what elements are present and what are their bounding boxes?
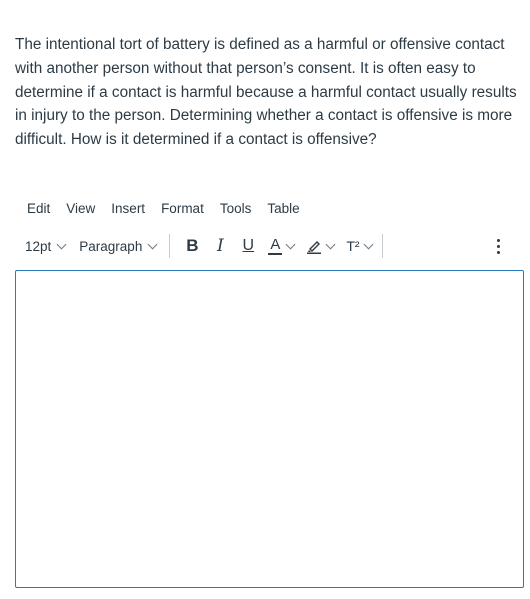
chevron-down-icon (363, 239, 373, 249)
chevron-down-icon (325, 239, 336, 249)
editor-toolbar: 12pt Paragraph B I U A T² (18, 232, 508, 260)
toolbar-separator (381, 234, 383, 258)
text-color-label: A (270, 236, 281, 253)
menu-insert[interactable]: Insert (102, 198, 152, 219)
menu-format[interactable]: Format (152, 198, 211, 219)
chevron-down-icon (147, 239, 158, 249)
highlight-color-dropdown[interactable] (298, 232, 338, 260)
more-dot (496, 250, 500, 254)
text-color-dropdown[interactable]: A (262, 232, 298, 260)
chevron-down-icon (56, 239, 67, 249)
chevron-down-icon (285, 239, 296, 249)
answer-editor[interactable] (15, 270, 524, 588)
toolbar-separator (169, 234, 171, 258)
underline-button[interactable]: U (234, 232, 262, 260)
text-color-bar (268, 253, 283, 255)
bold-button[interactable]: B (178, 232, 206, 260)
menu-view[interactable]: View (57, 198, 102, 219)
block-format-value: Paragraph (79, 238, 143, 254)
more-dot (496, 244, 500, 248)
text-color-icon: A (268, 236, 283, 255)
superscript-dropdown[interactable]: T² (338, 232, 375, 260)
italic-button[interactable]: I (206, 232, 234, 260)
font-size-value: 12pt (25, 238, 52, 254)
highlighter-icon (307, 241, 322, 254)
block-format-dropdown[interactable]: Paragraph (75, 232, 160, 260)
superscript-label: T² (346, 238, 360, 254)
more-options-button[interactable] (488, 232, 508, 260)
more-dot (496, 238, 500, 242)
menu-tools[interactable]: Tools (211, 198, 259, 219)
editor-menubar: Edit View Insert Format Tools Table (18, 196, 307, 220)
menu-edit[interactable]: Edit (18, 198, 57, 219)
font-size-dropdown[interactable]: 12pt (18, 232, 69, 260)
question-text: The intentional tort of battery is defin… (15, 36, 517, 149)
menu-table[interactable]: Table (258, 198, 306, 219)
